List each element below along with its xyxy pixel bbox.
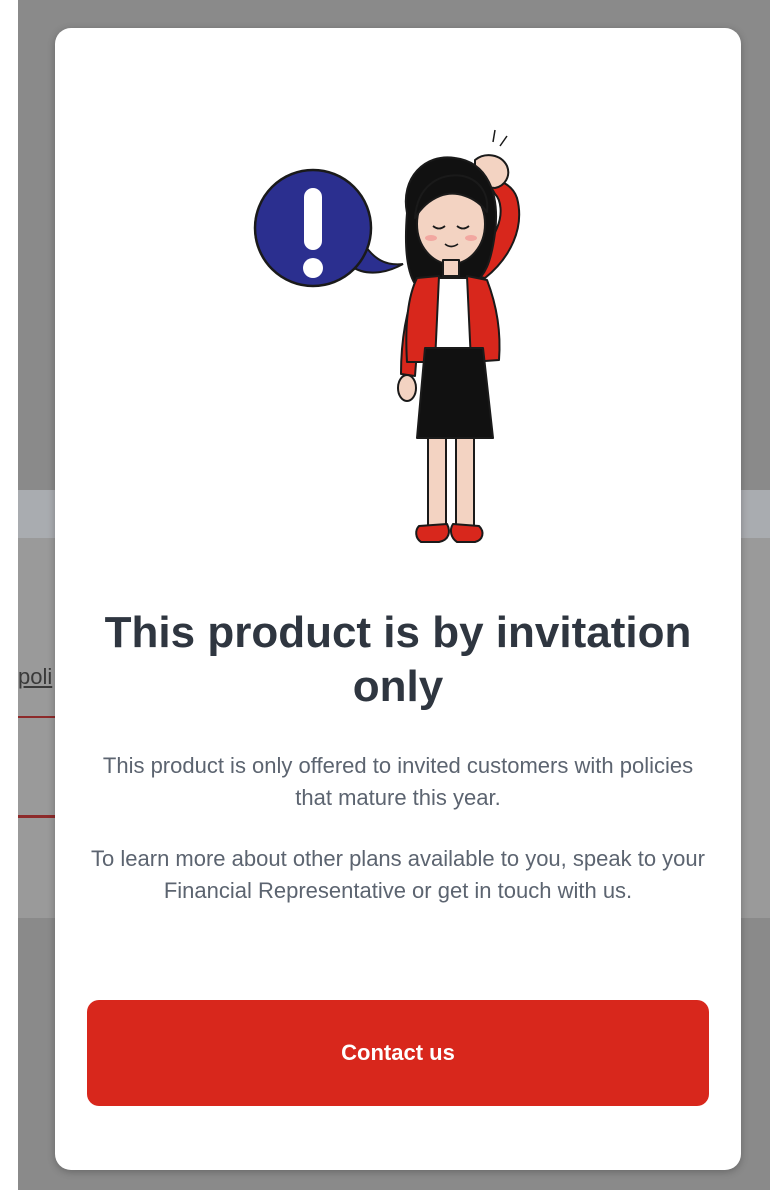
modal-description-eligibility: This product is only offered to invited … [102,753,694,810]
backdrop-partial-text: poli [18,664,53,689]
modal-title: This product is by invitation only [104,608,692,711]
confused-woman-illustration [253,129,521,543]
contact-us-button[interactable]: Contact us [87,1000,709,1106]
backdrop-accent-line [18,815,58,818]
woman-figure [397,129,521,543]
invitation-only-modal: This product is by invitation only This … [55,28,741,1170]
modal-description-contact: To learn more about other plans availabl… [91,846,705,903]
alert-speech-bubble-icon [253,168,404,288]
backdrop-accent-line [18,716,58,718]
